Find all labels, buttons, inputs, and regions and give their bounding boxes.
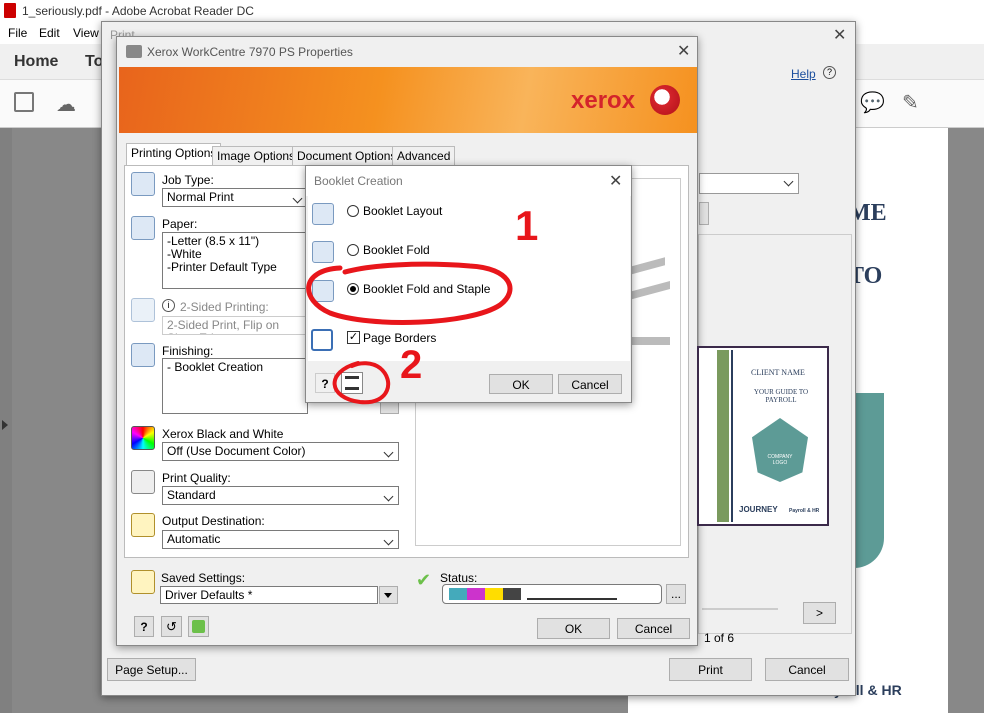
annotation-ellipse-option: [306, 261, 513, 325]
annotation-ellipse-button: [332, 361, 391, 405]
annotation-overlay: 1 2: [306, 202, 538, 405]
annotation-number-2: 2: [400, 343, 422, 387]
annotation-number-1: 1: [515, 202, 538, 249]
